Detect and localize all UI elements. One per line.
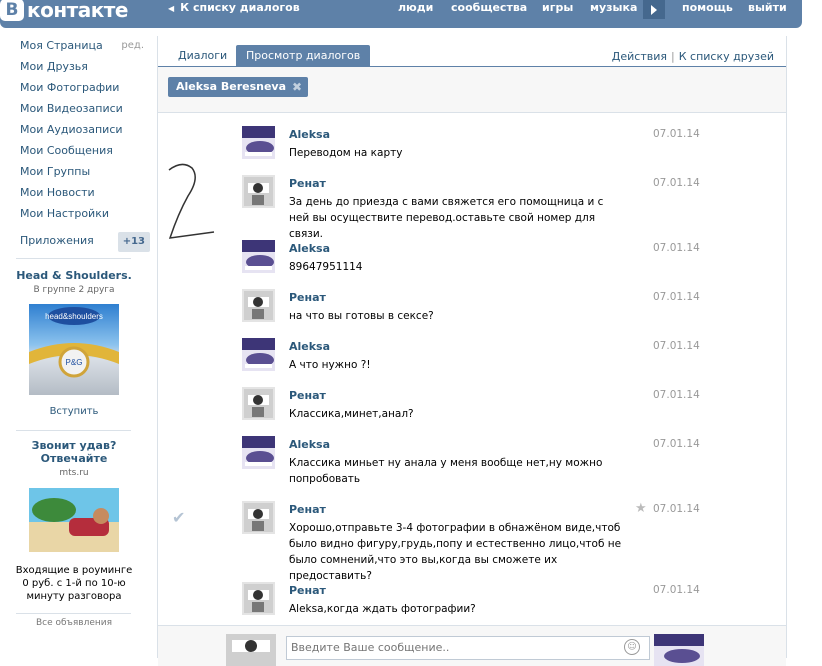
friends-list-link[interactable]: К списку друзей — [679, 50, 774, 63]
message-author[interactable]: Ренат — [289, 389, 326, 402]
left-menu: Моя Страница ред. Мои Друзья Мои Фотограф… — [20, 38, 150, 254]
message-text: А что нужно ?! — [289, 359, 371, 371]
chevron-left-icon: ◀ — [168, 4, 175, 13]
compose-bar: ☺ — [158, 625, 786, 666]
avatar-aleksa[interactable] — [242, 436, 275, 469]
message-author[interactable]: Ренат — [289, 503, 326, 516]
ad-head-shoulders-title[interactable]: Head & Shoulders. — [14, 269, 134, 282]
message-text: Классика миньет ну анала у меня вообще н… — [289, 457, 603, 485]
message-text: Aleksa,когда ждать фотографии? — [289, 603, 476, 615]
tab-dialogs[interactable]: Диалоги — [168, 45, 237, 66]
menu-my-settings[interactable]: Мои Настройки — [20, 206, 148, 227]
message-date: 07.01.14 — [653, 177, 700, 189]
message-text: 89647951114 — [289, 261, 363, 273]
back-to-dialogs-link[interactable]: ◀ К списку диалогов — [168, 1, 300, 14]
tabs-bar: Диалоги Просмотр диалогов Действия | К спи… — [158, 40, 786, 67]
ad-head-shoulders-image[interactable]: head&shoulders P&G — [29, 304, 119, 395]
close-icon[interactable]: ✖ — [292, 77, 302, 97]
nav-people[interactable]: люди — [398, 1, 433, 14]
avatar-aleksa[interactable] — [242, 126, 275, 159]
ad-mts-title[interactable]: Звонит удав? Отвечайте — [14, 439, 134, 465]
menu-my-audio[interactable]: Мои Аудиозаписи — [20, 122, 148, 143]
back-link-label: К списку диалогов — [180, 1, 300, 14]
tab-view-dialogs[interactable]: Просмотр диалогов — [236, 45, 371, 66]
message-date: 07.01.14 — [653, 128, 700, 140]
message-date: 07.01.14 — [653, 438, 700, 450]
message-date: 07.01.14 — [653, 291, 700, 303]
message-date: 07.01.14 — [653, 242, 700, 254]
avatar-renat[interactable] — [242, 387, 275, 420]
message-text: Переводом на карту — [289, 147, 403, 159]
all-ads-link[interactable]: Все объявления — [14, 618, 134, 628]
nav-communities[interactable]: сообщества — [451, 1, 527, 14]
message-input[interactable] — [286, 636, 650, 660]
divider — [16, 258, 131, 259]
vk-logo[interactable]: В контакте — [0, 0, 128, 24]
menu-my-photos[interactable]: Мои Фотографии — [20, 80, 148, 101]
menu-my-messages[interactable]: Мои Сообщения — [20, 143, 148, 164]
message-text: За день до приезда с вами свяжется его п… — [289, 196, 604, 240]
menu-my-videos[interactable]: Мои Видеозаписи — [20, 101, 148, 122]
links-separator: | — [671, 50, 675, 63]
avatar-renat[interactable] — [242, 501, 275, 534]
avatar-renat[interactable] — [242, 582, 275, 615]
svg-text:head&shoulders: head&shoulders — [45, 312, 103, 321]
check-icon[interactable]: ✔ — [172, 508, 185, 527]
ad-head-shoulders-subtitle: В группе 2 друга — [33, 285, 115, 295]
menu-my-news[interactable]: Мои Новости — [20, 185, 148, 206]
edit-link[interactable]: ред. — [121, 38, 144, 54]
smile-icon[interactable]: ☺ — [624, 639, 640, 655]
filter-chip[interactable]: Aleksa Beresneva ✖ — [168, 77, 309, 97]
play-icon[interactable] — [643, 0, 665, 19]
message-text: Классика,минет,анал? — [289, 408, 414, 420]
nav-music[interactable]: музыка — [590, 1, 637, 14]
star-icon[interactable]: ★ — [635, 501, 647, 516]
menu-my-page-label: Моя Страница — [20, 39, 103, 52]
companion-avatar[interactable] — [654, 634, 704, 666]
menu-my-friends[interactable]: Мои Друзья — [20, 59, 148, 80]
nav-logout[interactable]: выйти — [748, 1, 787, 14]
filter-chip-label: Aleksa Beresneva — [176, 80, 287, 93]
my-avatar[interactable] — [226, 634, 276, 666]
filter-area: Aleksa Beresneva ✖ — [158, 67, 786, 113]
dialog-panel: Диалоги Просмотр диалогов Действия | К спи… — [157, 36, 787, 666]
message-author[interactable]: Aleksa — [289, 128, 330, 141]
message-author[interactable]: Ренат — [289, 177, 326, 190]
actions-link[interactable]: Действия — [612, 50, 667, 63]
ad-mts-subtitle: mts.ru — [59, 468, 89, 478]
message-author[interactable]: Ренат — [289, 584, 326, 597]
divider — [16, 430, 131, 431]
message-date: 07.01.14 — [653, 503, 700, 515]
message-author[interactable]: Aleksa — [289, 340, 330, 353]
avatar-aleksa[interactable] — [242, 240, 275, 273]
avatar-renat[interactable] — [242, 289, 275, 322]
nav-games[interactable]: игры — [542, 1, 573, 14]
avatar-renat[interactable] — [242, 175, 275, 208]
ad-mts-image[interactable] — [29, 488, 119, 552]
ad-join-link[interactable]: Вступить — [14, 406, 134, 417]
message-author[interactable]: Aleksa — [289, 438, 330, 451]
logo-badge: В — [0, 0, 24, 21]
menu-apps[interactable]: Приложения +13 — [20, 232, 150, 254]
message-text: Хорошо,отправьте 3-4 фотографии в обнажё… — [289, 522, 622, 582]
nav-help[interactable]: помощь — [682, 1, 733, 14]
message-date: 07.01.14 — [653, 340, 700, 352]
menu-my-groups[interactable]: Мои Группы — [20, 164, 148, 185]
message-date: 07.01.14 — [653, 389, 700, 401]
apps-count-badge: +13 — [117, 232, 150, 252]
message-date: 07.01.14 — [653, 584, 700, 596]
top-header: В контакте ◀ К списку диалогов люди сообщ… — [0, 0, 802, 28]
menu-my-page[interactable]: Моя Страница ред. — [20, 38, 148, 59]
apps-label: Приложения — [20, 234, 94, 247]
ad-mts-text: Входящие в роуминге 0 руб. с 1-й по 10-ю… — [15, 565, 133, 602]
avatar-aleksa[interactable] — [242, 338, 275, 371]
message-author[interactable]: Ренат — [289, 291, 326, 304]
message-author[interactable]: Aleksa — [289, 242, 330, 255]
top-links: Действия | К списку друзей — [612, 50, 774, 63]
divider — [16, 613, 131, 614]
svg-text:P&G: P&G — [66, 358, 83, 367]
logo-text: контакте — [27, 0, 128, 22]
message-text: на что вы готовы в сексе? — [289, 310, 434, 322]
